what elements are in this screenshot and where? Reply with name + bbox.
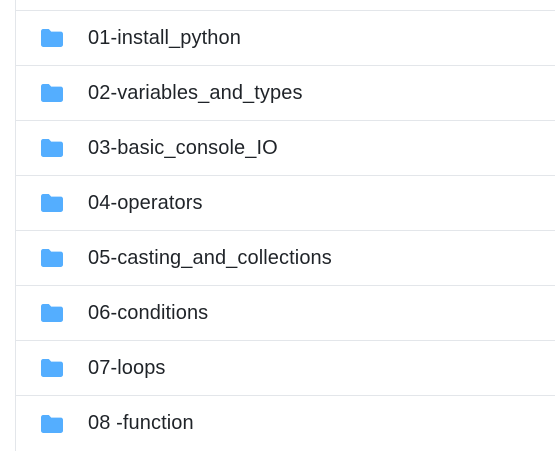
- folder-row-03[interactable]: 03-basic_console_IO: [16, 121, 555, 176]
- folder-row-05[interactable]: 05-casting_and_collections: [16, 231, 555, 286]
- folder-name[interactable]: 01-install_python: [88, 27, 241, 50]
- folder-row-06[interactable]: 06-conditions: [16, 286, 555, 341]
- folder-icon: [40, 248, 64, 268]
- list-top-divider: [16, 0, 555, 11]
- folder-icon: [40, 358, 64, 378]
- folder-icon: [40, 193, 64, 213]
- folder-name[interactable]: 06-conditions: [88, 302, 208, 325]
- folder-icon: [40, 303, 64, 323]
- folder-row-08[interactable]: 08 -function: [16, 396, 555, 451]
- folder-icon: [40, 414, 64, 434]
- folder-name[interactable]: 02-variables_and_types: [88, 82, 303, 105]
- folder-icon: [40, 138, 64, 158]
- folder-row-07[interactable]: 07-loops: [16, 341, 555, 396]
- folder-name[interactable]: 08 -function: [88, 412, 194, 435]
- folder-row-04[interactable]: 04-operators: [16, 176, 555, 231]
- folder-icon: [40, 83, 64, 103]
- folder-name[interactable]: 05-casting_and_collections: [88, 247, 332, 270]
- folder-icon: [40, 28, 64, 48]
- folder-row-01[interactable]: 01-install_python: [16, 11, 555, 66]
- folder-list: 01-install_python 02-variables_and_types…: [15, 0, 555, 451]
- folder-name[interactable]: 03-basic_console_IO: [88, 137, 278, 160]
- folder-name[interactable]: 04-operators: [88, 192, 203, 215]
- folder-row-02[interactable]: 02-variables_and_types: [16, 66, 555, 121]
- folder-name[interactable]: 07-loops: [88, 357, 166, 380]
